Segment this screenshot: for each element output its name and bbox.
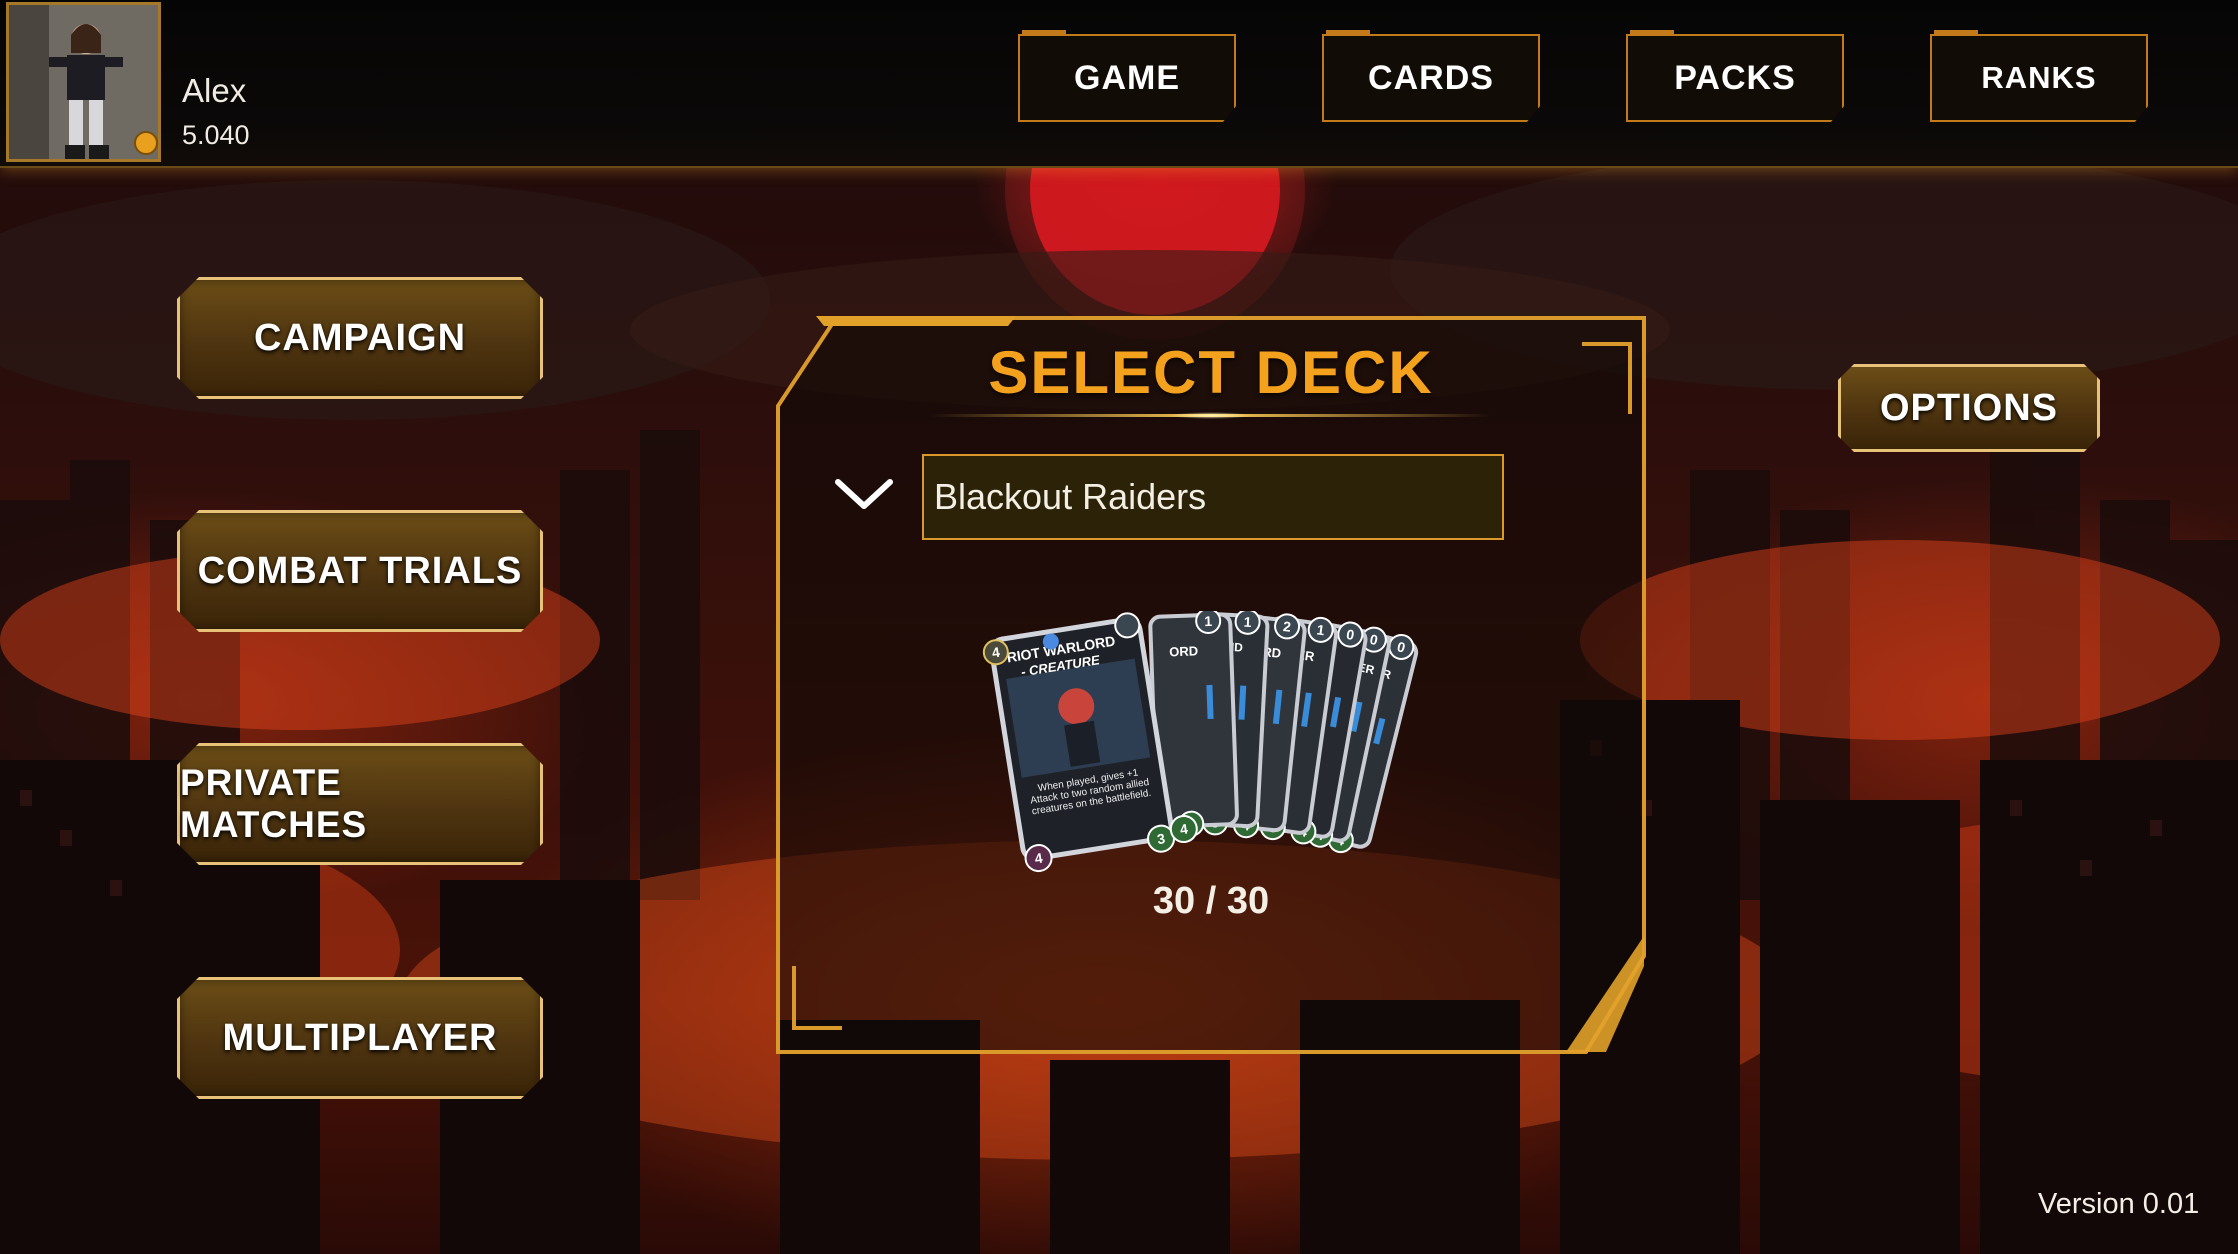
select-deck-panel: SELECT DECK Blackout Raiders R 0 4 ER 0 xyxy=(776,316,1646,1054)
combat-trials-button[interactable]: COMBAT TRIALS xyxy=(177,510,543,632)
fan-card-cost: 1 xyxy=(1204,613,1213,629)
nav-ranks-button[interactable]: RANKS xyxy=(1930,34,2148,122)
nav-packs-button[interactable]: PACKS xyxy=(1626,34,1844,122)
player-avatar[interactable] xyxy=(6,2,161,162)
top-bar: Alex 5.040 GAME CARDS PACKS RANKS xyxy=(0,0,2238,168)
fan-card-title: ORD xyxy=(1169,643,1198,659)
fan-card-cost: 1 xyxy=(1243,614,1252,630)
deck-card-count: 30 / 30 xyxy=(1152,880,1270,922)
deck-select-dropdown[interactable]: Blackout Raiders xyxy=(922,454,1504,540)
deck-card-fan: R 0 4 ER 0 4 0 4 xyxy=(972,607,1452,901)
player-name: Alex xyxy=(182,72,247,109)
player-currency: 5.040 xyxy=(182,120,250,150)
chevron-down-icon[interactable] xyxy=(832,474,896,514)
multiplayer-button[interactable]: MULTIPLAYER xyxy=(177,977,543,1099)
title-divider-glow xyxy=(1171,412,1251,419)
version-label: Version 0.01 xyxy=(2038,1188,2200,1220)
private-matches-button[interactable]: PRIVATE MATCHES xyxy=(177,743,543,865)
nav-cards-button[interactable]: CARDS xyxy=(1322,34,1540,122)
select-deck-title: SELECT DECK xyxy=(988,339,1434,406)
campaign-button[interactable]: CAMPAIGN xyxy=(177,277,543,399)
nav-game-button[interactable]: GAME xyxy=(1018,34,1236,122)
options-button[interactable]: OPTIONS xyxy=(1838,364,2100,452)
